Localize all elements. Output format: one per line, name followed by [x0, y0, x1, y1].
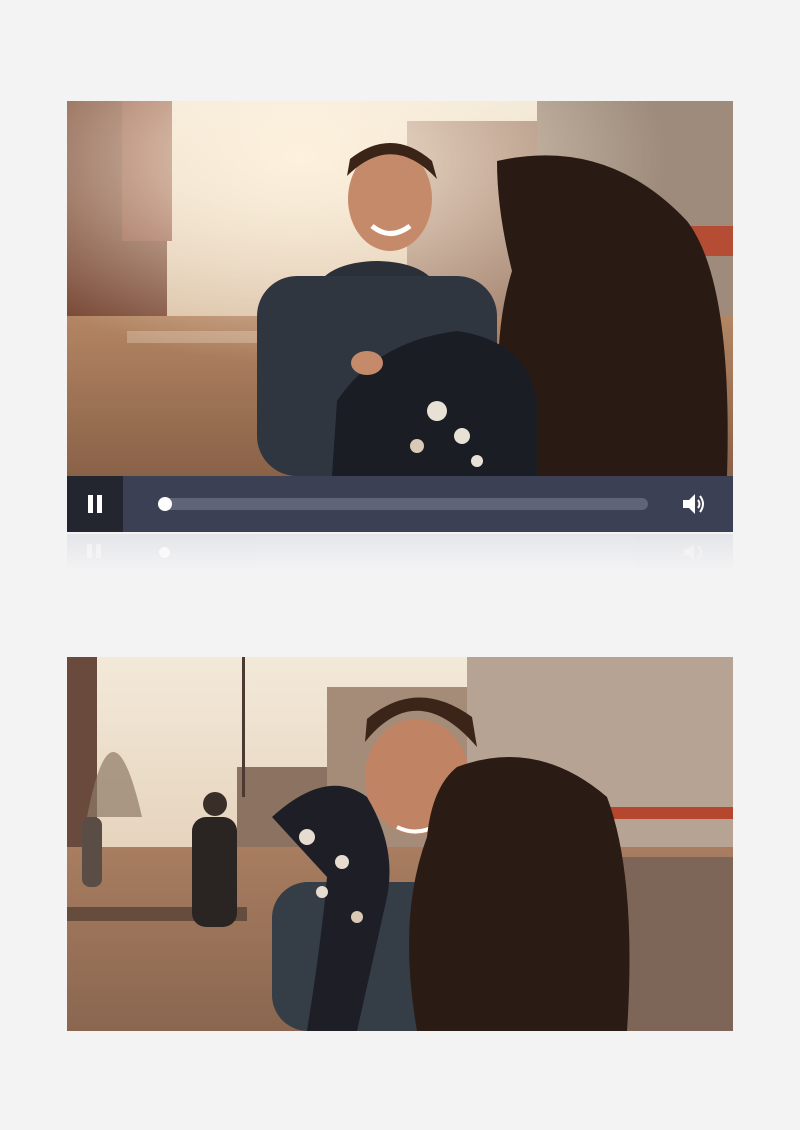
pause-icon-reflection: [87, 544, 101, 558]
volume-icon: [683, 494, 704, 514]
progress-track[interactable]: [158, 497, 648, 511]
progress-thumb[interactable]: [158, 497, 172, 511]
pause-button[interactable]: [67, 476, 123, 532]
control-bar-reflection: [67, 534, 733, 570]
video-player-frame[interactable]: [67, 101, 733, 476]
video-still-2: [67, 657, 733, 1031]
video-control-bar: [67, 476, 733, 532]
pause-icon: [88, 495, 102, 513]
video-still-1: [67, 101, 733, 476]
video-preview-frame[interactable]: [67, 657, 733, 1031]
volume-icon-reflection: [683, 544, 702, 560]
volume-button[interactable]: [680, 490, 708, 518]
progress-thumb-reflection: [159, 547, 170, 558]
